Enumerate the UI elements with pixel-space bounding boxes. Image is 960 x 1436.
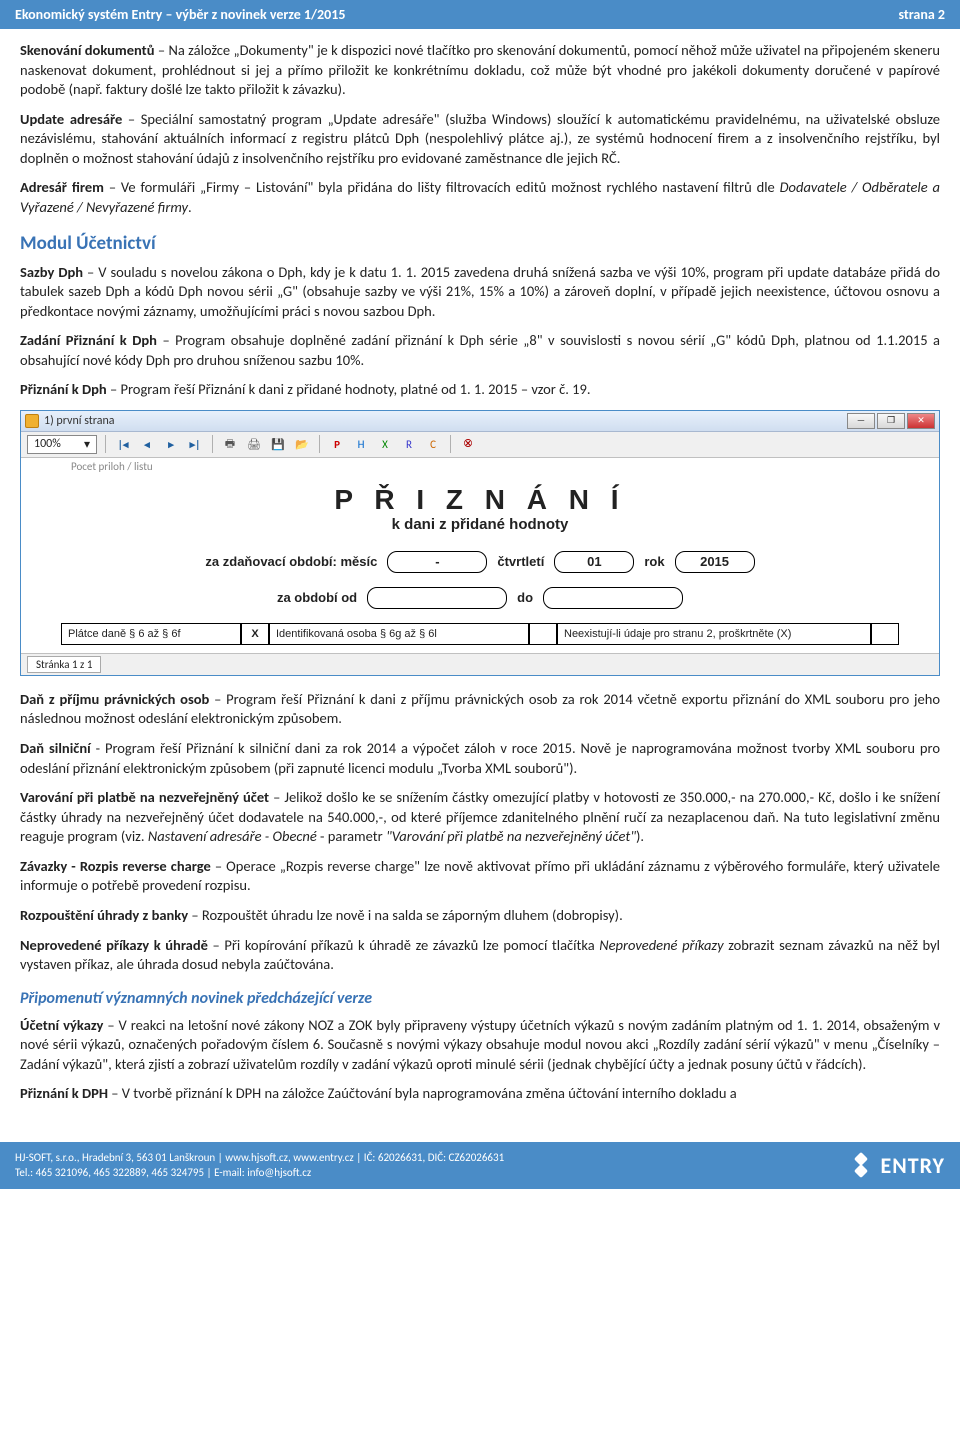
label-od: za období od <box>277 590 357 605</box>
para-sazby-dph: Sazby Dph – V souladu s novelou zákona o… <box>20 263 940 322</box>
form-title: P Ř I Z N Á N Í <box>61 484 899 516</box>
entry-logo-text: ENTRY <box>880 1152 945 1179</box>
export-pdf-icon[interactable]: P <box>328 435 346 453</box>
label-do: do <box>517 590 533 605</box>
para-skenovani: Skenování dokumentů – Na záložce „Dokume… <box>20 41 940 100</box>
footer-line1: HJ-SOFT, s.r.o., Hradební 3, 563 01 Lanš… <box>15 1150 504 1165</box>
maximize-button[interactable]: ❐ <box>877 413 905 429</box>
embedded-screenshot: 1) první strana — ❐ ✕ 100%▾ |◂ ◂ ▸ ▸| 🖶 … <box>20 410 940 676</box>
para-priznani-dph-2: Přiznání k DPH – V tvorbě přiznání k DPH… <box>20 1084 940 1104</box>
print-setup-icon[interactable]: 🖶 <box>221 435 239 453</box>
prev-page-icon[interactable]: ◂ <box>138 435 156 453</box>
chevron-down-icon: ▾ <box>84 437 90 452</box>
entry-logo-icon <box>848 1152 874 1178</box>
field-rok: 2015 <box>675 551 755 573</box>
header-left: Ekonomický systém Entry – výběr z novine… <box>15 6 345 23</box>
close-button[interactable]: ✕ <box>907 413 935 429</box>
window-titlebar: 1) první strana — ❐ ✕ <box>21 411 939 432</box>
label-ctvrtleti: čtvrtletí <box>497 554 544 569</box>
export-html-icon[interactable]: H <box>352 435 370 453</box>
form-row-range: za období od do <box>61 587 899 609</box>
para-ucetni-vykazy: Účetní výkazy – V reakci na letošní nové… <box>20 1016 940 1075</box>
para-rozpousteni: Rozpouštění úhrady z banky – Rozpouštět … <box>20 906 940 926</box>
footer-logo: ENTRY <box>848 1152 945 1179</box>
window-title: 1) první strana <box>44 414 847 428</box>
save-icon[interactable]: 💾 <box>269 435 287 453</box>
para-update-adresare: Update adresáře – Speciální samostatný p… <box>20 110 940 169</box>
field-od <box>367 587 507 609</box>
para-adresar-firem: Adresář firem – Ve formuláři „Firmy – Li… <box>20 178 940 217</box>
window-buttons: — ❐ ✕ <box>847 413 935 429</box>
toolbar: 100%▾ |◂ ◂ ▸ ▸| 🖶 🖨 💾 📂 P H X R C ⮿ <box>21 432 939 458</box>
footer-line2: Tel.: 465 321096, 465 322889, 465 324795… <box>15 1165 504 1180</box>
cell-identifikovana: Identifikovaná osoba § 6g až § 6l <box>269 623 529 645</box>
page-footer: HJ-SOFT, s.r.o., Hradební 3, 563 01 Lanš… <box>0 1142 960 1189</box>
export-excel-icon[interactable]: X <box>376 435 394 453</box>
section-pripomenuti: Připomenutí významných novinek předcháze… <box>20 989 940 1008</box>
close-report-icon[interactable]: ⮿ <box>459 435 477 453</box>
field-mesic: - <box>387 551 487 573</box>
footer-contact: HJ-SOFT, s.r.o., Hradební 3, 563 01 Lanš… <box>15 1150 504 1181</box>
label-rok: rok <box>644 554 664 569</box>
status-bar: Stránka 1 z 1 <box>21 653 939 675</box>
window-app-icon <box>25 414 39 428</box>
para-neprovedene: Neprovedené příkazy k úhradě – Při kopír… <box>20 936 940 975</box>
para-dan-prijmu: Daň z příjmu právnických osob – Program … <box>20 690 940 729</box>
zoom-dropdown[interactable]: 100%▾ <box>27 435 97 454</box>
header-right: strana 2 <box>898 6 945 23</box>
form-row-period: za zdaňovací období: měsíc - čtvrtletí 0… <box>61 551 899 573</box>
truncated-label: Pocet priloh / listu <box>71 460 153 473</box>
form-row-checkboxes: Plátce daně § 6 až § 6f X Identifikovaná… <box>61 623 899 645</box>
field-ctvrtleti: 01 <box>554 551 634 573</box>
export-csv-icon[interactable]: C <box>424 435 442 453</box>
cell-platce-x: X <box>241 623 269 645</box>
field-do <box>543 587 683 609</box>
page-header: Ekonomický systém Entry – výběr z novine… <box>0 0 960 29</box>
open-icon[interactable]: 📂 <box>293 435 311 453</box>
last-page-icon[interactable]: ▸| <box>186 435 204 453</box>
page-content: Skenování dokumentů – Na záložce „Dokume… <box>0 29 960 1124</box>
export-rtf-icon[interactable]: R <box>400 435 418 453</box>
cell-platce: Plátce daně § 6 až § 6f <box>61 623 241 645</box>
cell-neexistuji: Neexistují-li údaje pro stranu 2, proškr… <box>557 623 871 645</box>
print-icon[interactable]: 🖨 <box>245 435 263 453</box>
next-page-icon[interactable]: ▸ <box>162 435 180 453</box>
cell-identifikovana-x <box>529 623 557 645</box>
form-preview: Pocet priloh / listu P Ř I Z N Á N Í k d… <box>21 458 939 653</box>
status-page: Stránka 1 z 1 <box>27 656 101 673</box>
form-subtitle: k dani z přidané hodnoty <box>61 516 899 533</box>
para-dan-silnicni: Daň silniční - Program řeší Přiznání k s… <box>20 739 940 778</box>
first-page-icon[interactable]: |◂ <box>114 435 132 453</box>
para-varovani: Varování při platbě na nezveřejněný účet… <box>20 788 940 847</box>
label-mesic: za zdaňovací období: měsíc <box>205 554 377 569</box>
minimize-button[interactable]: — <box>847 413 875 429</box>
para-zadani-priznani: Zadání Přiznání k Dph – Program obsahuje… <box>20 331 940 370</box>
para-zavazky-reverse: Závazky - Rozpis reverse charge – Operac… <box>20 857 940 896</box>
cell-neexistuji-x <box>871 623 899 645</box>
section-ucetnictvi: Modul Účetnictví <box>20 232 940 255</box>
para-priznani-dph: Přiznání k Dph – Program řeší Přiznání k… <box>20 380 940 400</box>
